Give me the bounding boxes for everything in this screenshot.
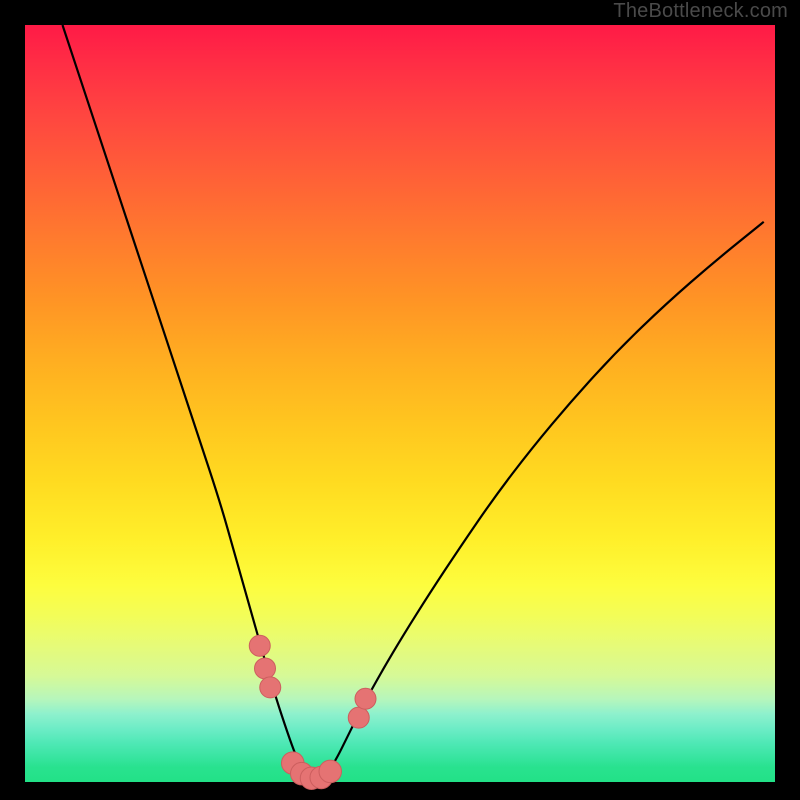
chart-frame: TheBottleneck.com [0, 0, 800, 800]
watermark-text: TheBottleneck.com [613, 0, 788, 23]
heatmap-gradient-background [25, 25, 775, 782]
